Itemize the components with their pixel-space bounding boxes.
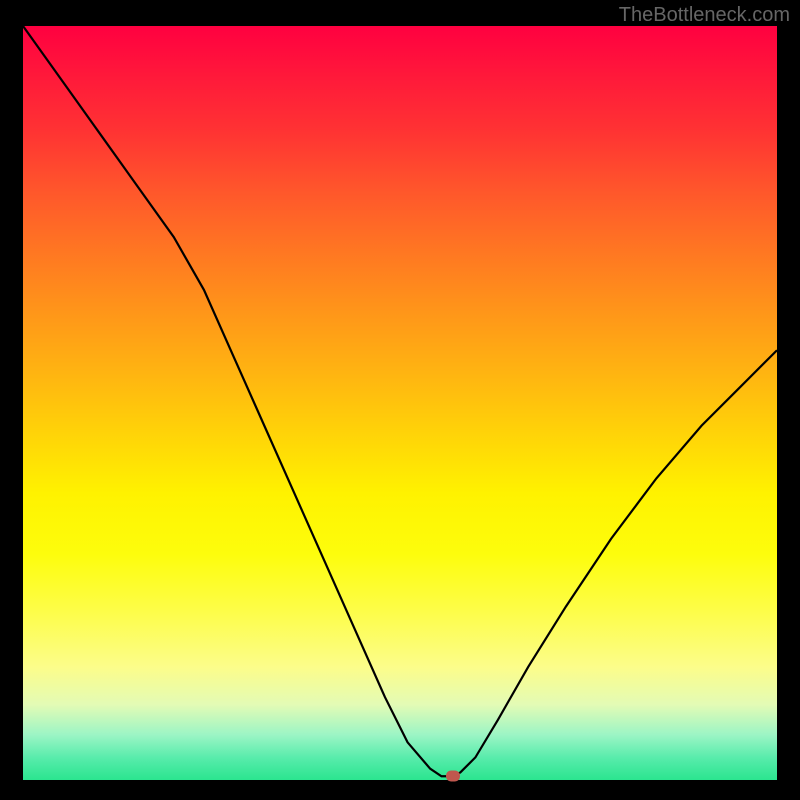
optimal-point-marker [446,771,460,782]
chart-plot-area [23,26,777,780]
bottleneck-curve [23,26,777,780]
watermark-text: TheBottleneck.com [619,4,790,27]
